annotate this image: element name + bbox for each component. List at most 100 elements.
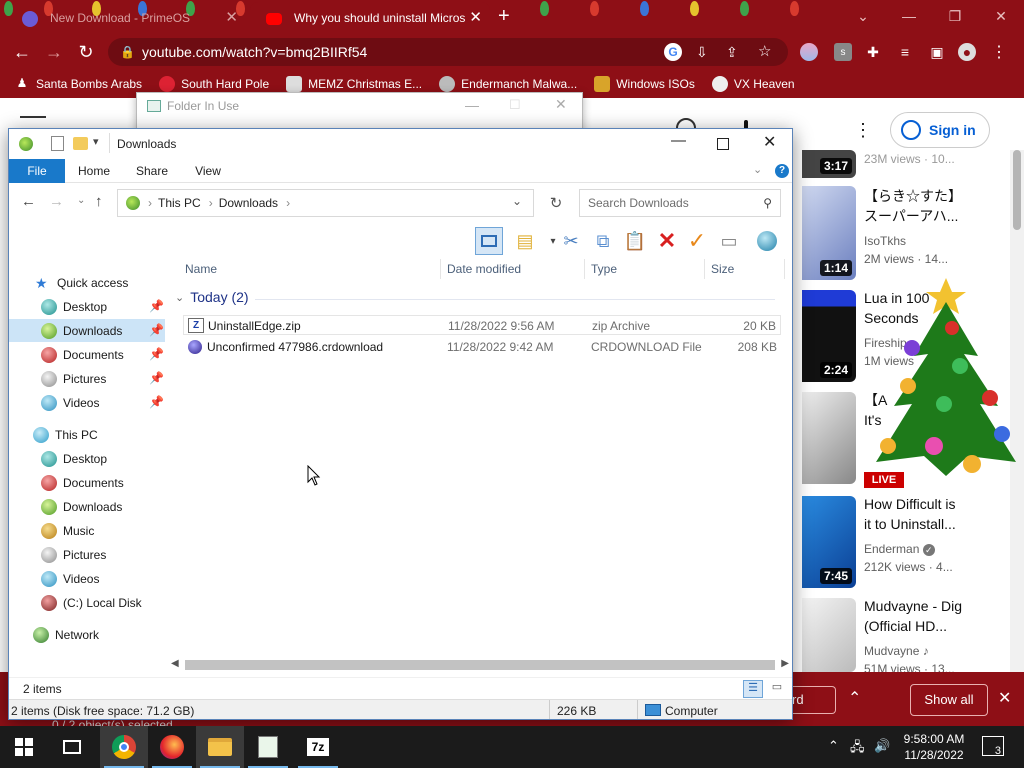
forward-arrow-icon[interactable]: → (42, 40, 66, 64)
extensions-puzzle-icon[interactable]: ✚ (864, 43, 882, 61)
extension-flag-icon[interactable] (800, 43, 818, 61)
address-dropdown-chevron-icon[interactable]: ⌄ (512, 194, 522, 208)
extension-s-icon[interactable]: s (834, 43, 852, 61)
chrome-taskbar-button[interactable] (100, 726, 148, 768)
web-globe-icon[interactable] (753, 227, 781, 255)
download-options-chevron-icon[interactable]: ⌃ (848, 688, 861, 708)
scrollbar-thumb[interactable] (185, 660, 775, 670)
back-arrow-icon[interactable]: ← (21, 193, 36, 210)
large-icons-view-icon[interactable]: ▭ (767, 680, 787, 698)
sign-in-button[interactable]: Sign in (890, 112, 990, 148)
close-tab-icon[interactable]: ✕ (225, 8, 238, 28)
close-tab-icon[interactable]: ✕ (469, 8, 482, 28)
video-thumbnail[interactable]: 3:17 (802, 150, 856, 178)
group-header-today[interactable]: ⌄ Today (2) (175, 289, 775, 305)
close-download-bar-icon[interactable]: ✕ (998, 688, 1011, 708)
nav-pc-local-disk[interactable]: (C:) Local Disk (9, 591, 165, 614)
nav-pc-documents[interactable]: Documents (9, 471, 165, 494)
new-folder-icon[interactable] (73, 137, 88, 150)
folder-options-icon[interactable]: ▤ (511, 227, 539, 255)
nav-pc-downloads[interactable]: Downloads (9, 495, 165, 518)
properties-icon[interactable] (51, 136, 64, 151)
start-button[interactable] (0, 726, 48, 768)
nav-quick-videos[interactable]: Videos 📌 (9, 391, 165, 414)
nav-pc-desktop[interactable]: Desktop (9, 447, 165, 470)
video-channel[interactable]: Mudvayne ♪ (864, 644, 929, 658)
side-panel-icon[interactable]: ▣ (928, 43, 946, 61)
help-icon[interactable]: ? (775, 164, 789, 178)
video-thumbnail[interactable]: 2:24 (802, 290, 856, 382)
preview-pane-icon[interactable] (475, 227, 503, 255)
file-row[interactable]: Unconfirmed 477986.crdownload 11/28/2022… (183, 337, 781, 357)
delete-icon[interactable]: ✕ (653, 227, 681, 255)
nav-network[interactable]: Network (9, 623, 165, 646)
notification-center-icon[interactable]: 3 (982, 736, 1004, 757)
back-arrow-icon[interactable]: ← (10, 40, 34, 64)
nav-quick-downloads[interactable]: Downloads 📌 (9, 319, 165, 342)
restore-icon[interactable]: ❐ (932, 0, 978, 32)
google-icon[interactable]: G (664, 43, 682, 61)
bookmark-item[interactable]: VX Heaven (711, 76, 795, 92)
task-view-button[interactable] (48, 726, 96, 768)
new-tab-button[interactable]: + (498, 5, 518, 27)
tab-file[interactable]: File (9, 159, 65, 183)
column-name[interactable]: Name (179, 259, 441, 279)
tab-view[interactable]: View (185, 159, 231, 183)
search-downloads-input[interactable]: Search Downloads ⚲ (579, 189, 781, 217)
video-channel[interactable]: IsoTkhs (864, 234, 906, 248)
show-hidden-icons-chevron-icon[interactable]: ⌃ (828, 738, 839, 754)
video-title[interactable]: 【らき☆すた】 (864, 186, 984, 206)
ribbon-expand-chevron-icon[interactable]: ⌄ (753, 163, 762, 176)
bookmark-item[interactable]: South Hard Pole (159, 76, 269, 92)
scroll-right-icon[interactable]: ▶ (781, 658, 789, 669)
horizontal-scrollbar[interactable]: ◀ ▶ (169, 657, 791, 673)
settings-menu-icon[interactable]: ⋮ (854, 120, 872, 141)
details-view-icon[interactable]: ☰ (743, 680, 763, 698)
column-size[interactable]: Size (705, 259, 785, 279)
maximize-icon[interactable] (717, 138, 729, 150)
video-title[interactable]: it to Uninstall... (864, 514, 984, 534)
nav-pc-pictures[interactable]: Pictures (9, 543, 165, 566)
apply-check-icon[interactable]: ✓ (683, 227, 711, 255)
forward-arrow-icon[interactable]: → (49, 193, 64, 210)
video-thumbnail[interactable]: 7:45 (802, 496, 856, 588)
video-title[interactable]: (Official HD... (864, 616, 984, 636)
scroll-left-icon[interactable]: ◀ (171, 658, 179, 669)
notepad-taskbar-button[interactable] (244, 726, 292, 768)
tab-share[interactable]: Share (129, 159, 175, 183)
rename-icon[interactable]: ▭ (715, 227, 743, 255)
nav-quick-documents[interactable]: Documents 📌 (9, 343, 165, 366)
video-thumbnail[interactable] (802, 392, 856, 484)
maximize-icon[interactable]: ☐ (509, 97, 521, 113)
nav-pc-videos[interactable]: Videos (9, 567, 165, 590)
close-window-icon[interactable]: ✕ (978, 0, 1024, 32)
clock[interactable]: 9:58:00 AM 11/28/2022 (898, 731, 970, 763)
up-arrow-icon[interactable]: ↑ (95, 193, 103, 210)
7zip-taskbar-button[interactable]: 7z (294, 726, 342, 768)
address-bar[interactable]: 🔒 youtube.com/watch?v=bmq2BIIRf54 G ⇩ ⇪ … (108, 38, 788, 66)
tab-search-chevron-icon[interactable]: ⌄ (840, 0, 886, 32)
firefox-taskbar-button[interactable] (148, 726, 196, 768)
nav-quick-pictures[interactable]: Pictures 📌 (9, 367, 165, 390)
close-icon[interactable]: ✕ (763, 132, 776, 152)
minimize-icon[interactable]: — (671, 132, 686, 149)
show-all-button[interactable]: Show all (910, 684, 988, 716)
breadcrumb-this-pc[interactable]: This PC (158, 196, 201, 210)
bookmark-item[interactable]: Windows ISOs (594, 76, 695, 92)
video-title[interactable]: Mudvayne - Dig (864, 596, 984, 616)
file-explorer-taskbar-button[interactable] (196, 726, 244, 768)
chrome-menu-icon[interactable]: ⋮ (990, 43, 1008, 61)
browser-tab-active[interactable]: Why you should uninstall Micros ✕ (250, 2, 490, 34)
media-control-icon[interactable]: ≡ (896, 43, 914, 61)
nav-pc-music[interactable]: Music (9, 519, 165, 542)
video-thumbnail[interactable] (802, 598, 856, 672)
scrollbar-thumb[interactable] (1013, 150, 1021, 230)
copy-icon[interactable]: ⧉ (589, 227, 617, 255)
column-type[interactable]: Type (585, 259, 705, 279)
bookmark-item[interactable]: ♟ Santa Bombs Arabs (14, 76, 142, 92)
paste-icon[interactable]: 📋 (621, 227, 649, 255)
minimize-icon[interactable]: — (465, 97, 479, 113)
browser-tab-inactive[interactable]: New Download - PrimeOS ✕ (6, 2, 246, 34)
minimize-icon[interactable]: — (886, 0, 932, 32)
nav-this-pc[interactable]: This PC (9, 423, 165, 446)
